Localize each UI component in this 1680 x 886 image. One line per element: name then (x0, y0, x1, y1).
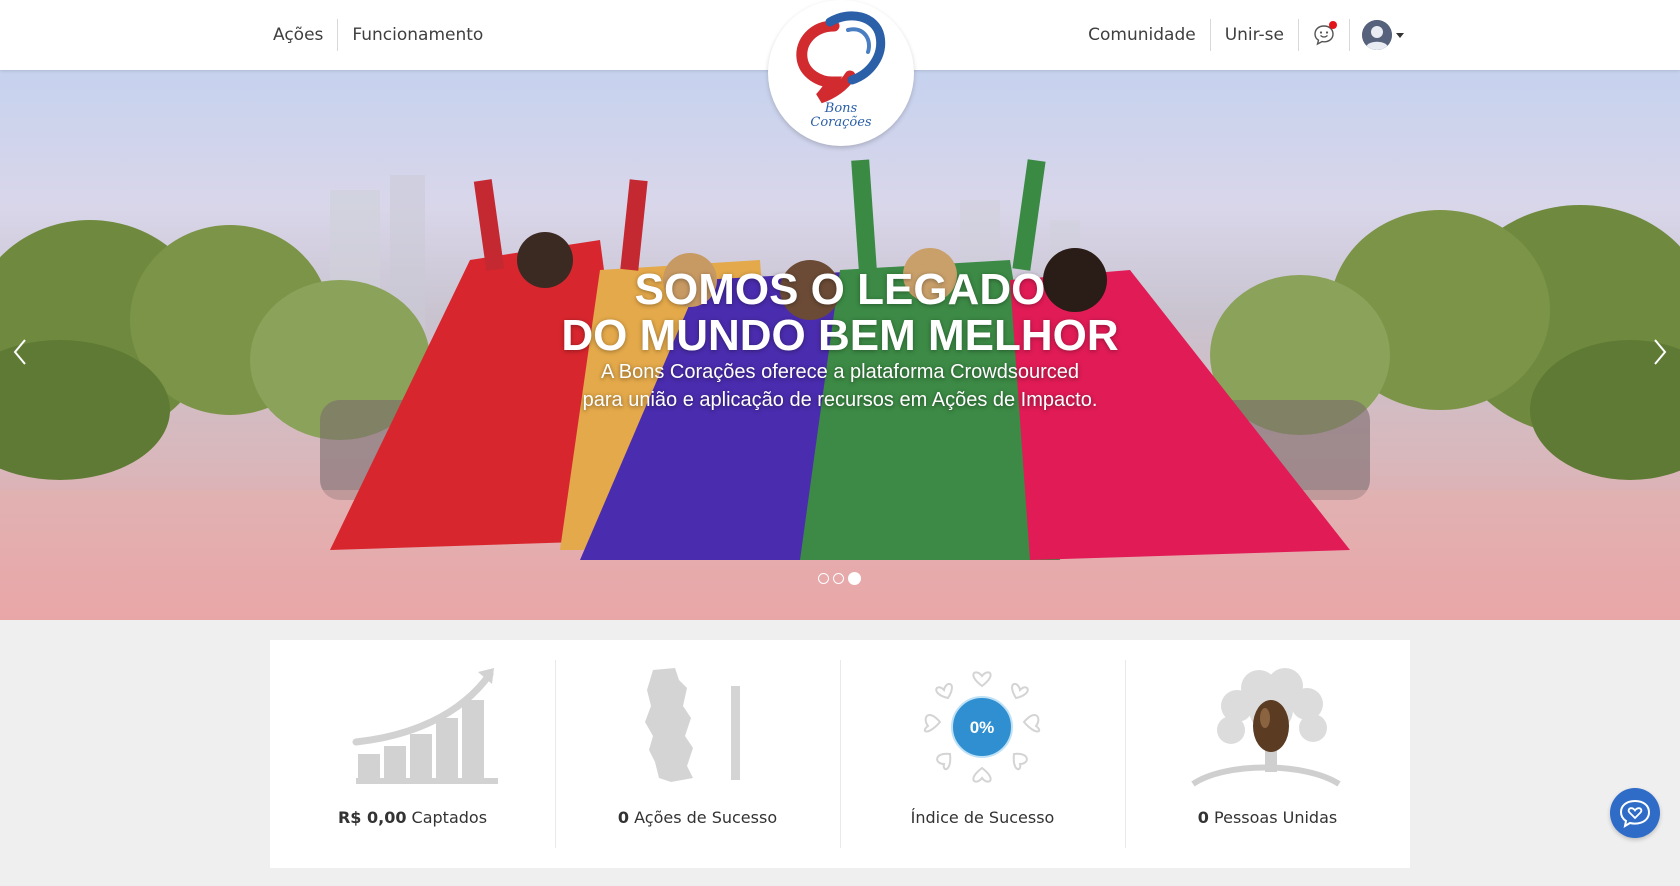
logo-text-coracoes: Corações (810, 115, 872, 130)
nav-link-funcionamento[interactable]: Funcionamento (338, 25, 497, 45)
stat-raised-label: R$ 0,00 Captados (337, 808, 488, 827)
hero-title-line1: SOMOS O LEGADO (634, 265, 1046, 314)
stat-successful-actions: 0 Ações de Sucesso (555, 640, 840, 868)
nav-left: Ações Funcionamento (259, 0, 497, 70)
success-index-badge-text: 0% (970, 718, 995, 737)
stat-raised: R$ 0,00 Captados (270, 640, 555, 868)
carousel-dot-1[interactable] (818, 573, 829, 584)
hero-carousel: SOMOS O LEGADO DO MUNDO BEM MELHOR A Bon… (0, 70, 1680, 620)
carousel-dot-2[interactable] (833, 573, 844, 584)
user-menu-button[interactable] (1362, 20, 1404, 50)
stats-panel: R$ 0,00 Captados 0 Ações de Sucesso 0% Í… (270, 640, 1410, 868)
map-icon (645, 668, 740, 782)
notifications-button[interactable] (1313, 21, 1337, 46)
nav-divider (1349, 19, 1350, 51)
carousel-dot-3[interactable] (848, 572, 861, 585)
stat-success-index-label: Índice de Sucesso (910, 808, 1055, 827)
hero-subtitle-line1: A Bons Corações oferece a plataforma Cro… (600, 361, 1080, 383)
heart-chat-icon (1619, 799, 1651, 829)
carousel-indicators (818, 572, 861, 585)
stat-success-index: 0% Índice de Sucesso (840, 640, 1125, 868)
notification-badge (1329, 21, 1337, 29)
hero-subtitle-line2: para união e aplicação de recursos em Aç… (582, 389, 1098, 411)
hero-title-line2: DO MUNDO BEM MELHOR (561, 311, 1119, 360)
stat-successful-actions-label: 0 Ações de Sucesso (617, 808, 778, 827)
nav-link-acoes[interactable]: Ações (259, 25, 337, 45)
nav-divider (1298, 19, 1299, 51)
stat-people-united-label: 0 Pessoas Unidas (1197, 808, 1338, 827)
growth-chart-icon (352, 668, 498, 784)
chat-support-button[interactable] (1610, 788, 1660, 838)
site-logo[interactable]: Bons Corações (768, 0, 914, 146)
logo-text-bons: Bons (824, 101, 858, 116)
heart-wreath-icon: 0% (923, 671, 1041, 783)
tree-seed-icon (1191, 668, 1341, 787)
nav-link-unir-se[interactable]: Unir-se (1211, 25, 1298, 45)
stat-people-united: 0 Pessoas Unidas (1125, 640, 1410, 868)
user-silhouette-icon (1362, 20, 1392, 50)
nav-right: Comunidade Unir-se (1074, 0, 1404, 70)
nav-link-comunidade[interactable]: Comunidade (1074, 25, 1210, 45)
chevron-down-icon (1396, 32, 1404, 38)
avatar (1362, 20, 1392, 50)
